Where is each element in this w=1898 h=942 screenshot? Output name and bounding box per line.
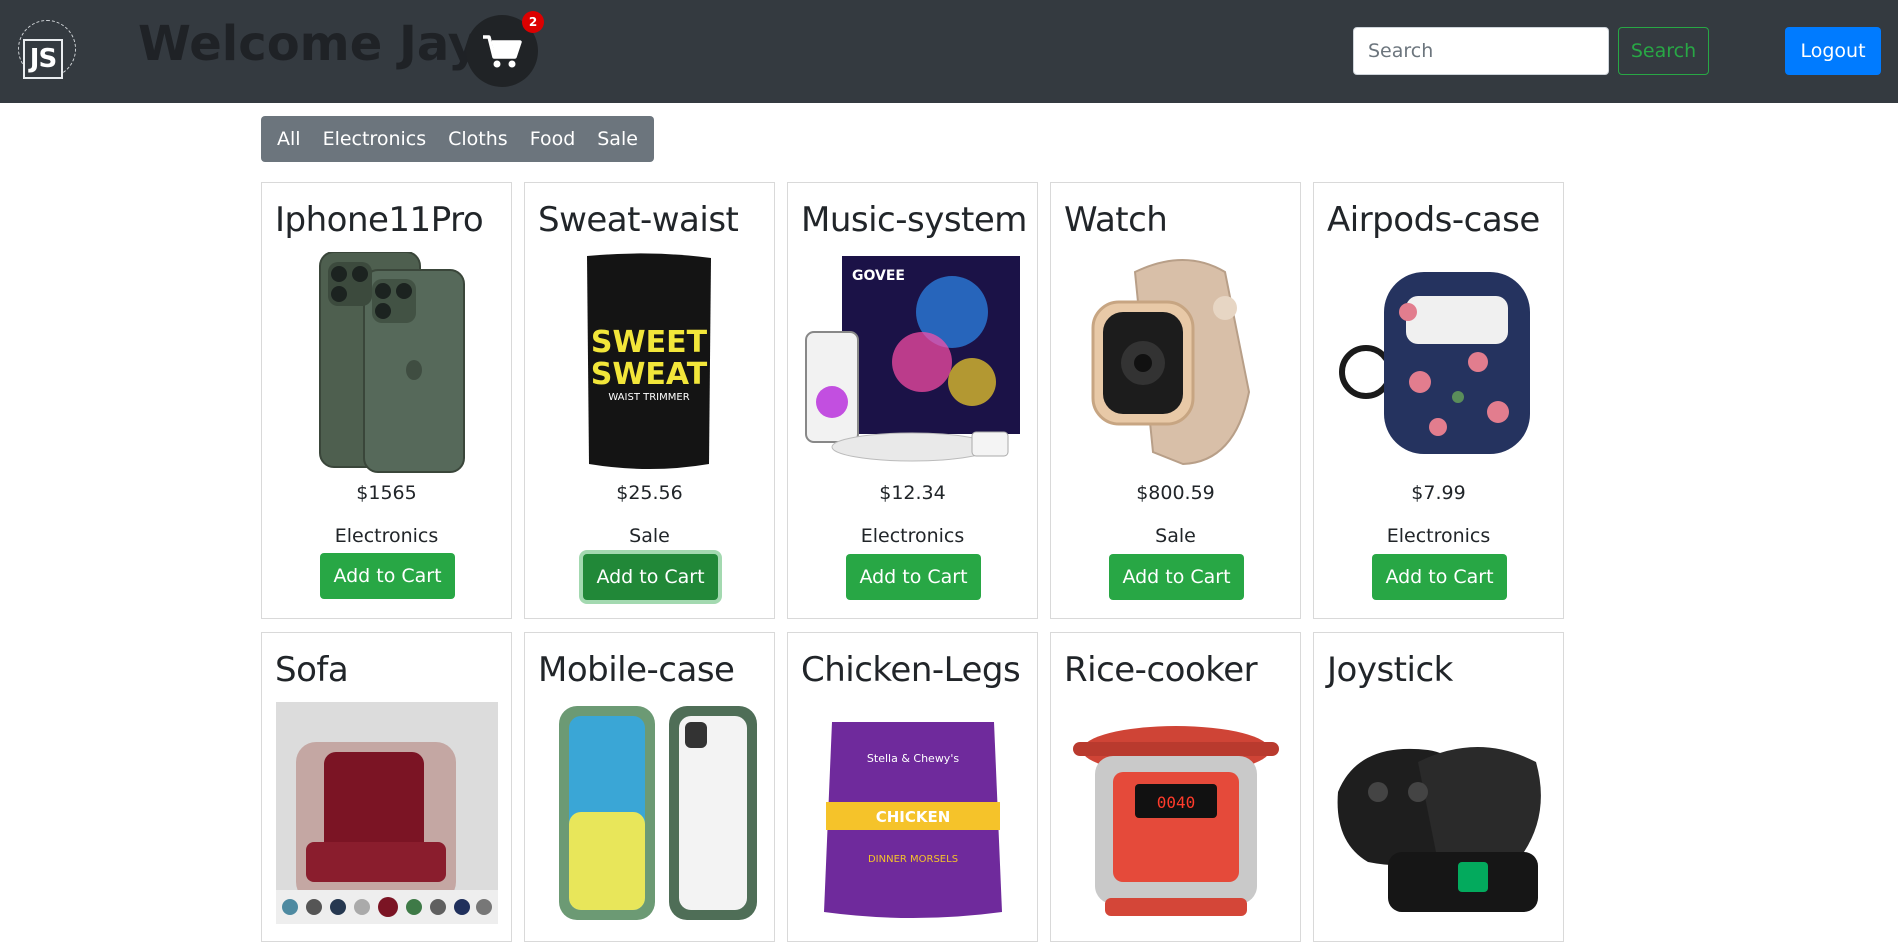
sweat-waist-image: SWEET SWEAT WAIST TRIMMER [587, 253, 711, 469]
product-category: Electronics [334, 525, 439, 547]
filter-electronics[interactable]: Electronics [312, 116, 438, 162]
product-category: Electronics [860, 525, 965, 547]
product-price: $12.34 [879, 482, 946, 504]
product-category: Sale [1155, 525, 1196, 547]
add-to-cart-button[interactable]: Add to Cart [1372, 554, 1507, 600]
product-card: Watch $800.59 Sale Add to Cart [1050, 182, 1301, 619]
product-card: Rice-cooker 0040 [1050, 632, 1301, 942]
sweat-text-line3: WAIST TRIMMER [608, 392, 689, 403]
add-to-cart-button[interactable]: Add to Cart [846, 554, 981, 600]
logo-text: JS [23, 39, 63, 79]
add-to-cart-button[interactable]: Add to Cart [583, 554, 718, 600]
category-filter-bar: All Electronics Cloths Food Sale [261, 116, 654, 162]
music-system-image: GOVEE [805, 256, 1020, 462]
cart-icon [483, 35, 522, 68]
welcome-heading: Welcome Jay [138, 16, 480, 72]
add-to-cart-button[interactable]: Add to Cart [320, 553, 455, 599]
cart-count-badge: 2 [522, 11, 544, 33]
sweat-text-line2: SWEAT [591, 357, 708, 392]
product-price: $25.56 [616, 482, 683, 504]
music-brand-text: GOVEE [852, 268, 905, 284]
filter-sale[interactable]: Sale [586, 116, 649, 162]
product-name: Sofa [275, 650, 349, 690]
filter-food[interactable]: Food [519, 116, 587, 162]
product-price: $800.59 [1136, 482, 1215, 504]
search-input[interactable] [1353, 27, 1609, 75]
top-navbar: JS Welcome Jay 2 Search Logout [0, 0, 1898, 103]
filter-all[interactable]: All [266, 116, 312, 162]
product-category: Sale [629, 525, 670, 547]
product-name: Sweat-waist [538, 200, 739, 240]
search-button[interactable]: Search [1618, 27, 1709, 75]
product-name: Rice-cooker [1064, 650, 1258, 690]
filter-cloths[interactable]: Cloths [437, 116, 519, 162]
product-card: Sofa [261, 632, 512, 942]
sweat-text-line1: SWEET [591, 325, 708, 360]
product-name: Chicken-Legs [801, 650, 1021, 690]
food-label-text: DINNER MORSELS [868, 854, 958, 865]
iphone-image [319, 252, 465, 473]
product-card: Sweat-waist SWEET SWEAT WAIST TRIMMER $2… [524, 182, 775, 619]
product-name: Airpods-case [1327, 200, 1540, 240]
watch-image [1091, 259, 1251, 466]
sofa-image [276, 702, 498, 924]
airpods-case-image [1339, 272, 1530, 454]
product-name: Mobile-case [538, 650, 735, 690]
product-name: Music-system [801, 200, 1027, 240]
product-category: Electronics [1386, 525, 1491, 547]
rice-cooker-image: 0040 [1073, 726, 1279, 916]
logo[interactable]: JS [18, 20, 76, 79]
product-card: Airpods-case $7.99 Electronics Add to Ca… [1313, 182, 1564, 619]
product-name: Watch [1064, 200, 1168, 240]
chicken-legs-image: Stella & Chewy's CHICKEN DINNER MORSELS [824, 722, 1002, 918]
product-card: Iphone11Pro $1565 Electronics Add to Car… [261, 182, 512, 619]
product-name: Iphone11Pro [275, 200, 484, 240]
mobile-case-image [559, 706, 757, 920]
product-card: Joystick [1313, 632, 1564, 942]
product-name: Joystick [1327, 650, 1453, 690]
add-to-cart-button[interactable]: Add to Cart [1109, 554, 1244, 600]
product-card: Mobile-case [524, 632, 775, 942]
cooker-display-text: 0040 [1157, 793, 1196, 812]
product-card: Music-system GOVEE $12.34 Electronics Ad… [787, 182, 1038, 619]
product-price: $1565 [356, 482, 417, 504]
food-brand-text: Stella & Chewy's [867, 752, 959, 765]
product-card: Chicken-Legs Stella & Chewy's CHICKEN DI… [787, 632, 1038, 942]
food-flavor-text: CHICKEN [876, 808, 951, 826]
product-price: $7.99 [1411, 482, 1466, 504]
joystick-image [1337, 747, 1541, 912]
logout-button[interactable]: Logout [1785, 27, 1881, 75]
